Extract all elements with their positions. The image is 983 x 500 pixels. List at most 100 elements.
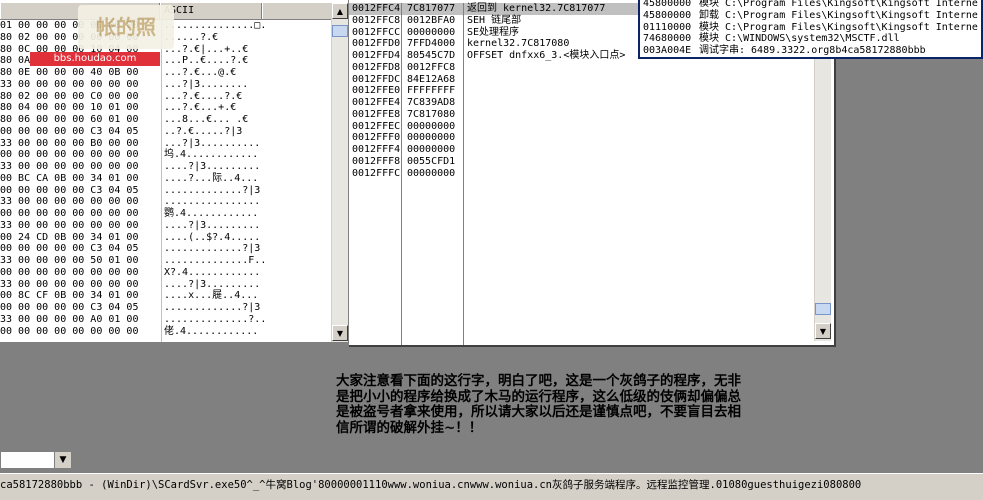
- dump-ascii-row[interactable]: ....?|3.........: [162, 161, 320, 173]
- dump-ascii-row[interactable]: 鹦.4............: [162, 208, 320, 220]
- dump-ascii-row[interactable]: ...?.€....?.€: [162, 91, 320, 103]
- stack-row-address[interactable]: 0012FFFC: [352, 168, 401, 180]
- dump-ascii-row[interactable]: ...P..€....?.€: [162, 55, 320, 67]
- log-row-message[interactable]: 调试字串: 6489.3322.org8b4ca58172880bbb: [699, 45, 981, 57]
- stack-row-value[interactable]: 0012FFC8: [407, 62, 463, 74]
- dump-ascii-row[interactable]: .............?|3: [162, 185, 320, 197]
- stack-row-address[interactable]: 0012FFF4: [352, 144, 401, 156]
- stack-row-address[interactable]: 0012FFCC: [352, 27, 401, 39]
- dump-hex-row[interactable]: 80 0E 00 00 00 40 0B 00: [0, 67, 159, 79]
- dump-hex-row[interactable]: 80 04 00 00 00 10 01 00: [0, 102, 159, 114]
- dump-ascii-row[interactable]: ................: [162, 196, 320, 208]
- stack-row-value[interactable]: 0055CFD1: [407, 156, 463, 168]
- log-row-message[interactable]: 模块 C:\Program Files\Kingsoft\Kingsoft In…: [699, 22, 981, 34]
- stack-row-value[interactable]: 00000000: [407, 121, 463, 133]
- stack-row-value[interactable]: 00000000: [407, 27, 463, 39]
- dump-hex-row[interactable]: 00 00 00 00 00 00 00 00: [0, 267, 159, 279]
- log-row-message[interactable]: 卸载 C:\Program Files\Kingsoft\Kingsoft In…: [699, 10, 981, 22]
- stack-row-address[interactable]: 0012FFD8: [352, 62, 401, 74]
- stack-row-address[interactable]: 0012FFE4: [352, 97, 401, 109]
- dump-ascii-row[interactable]: ....?...际..4...: [162, 173, 320, 185]
- dump-ascii-row[interactable]: ...?|3........: [162, 79, 320, 91]
- stack-row-value[interactable]: 7FFD4000: [407, 38, 463, 50]
- stack-row-address[interactable]: 0012FFE0: [352, 85, 401, 97]
- dump-ascii-row[interactable]: ..............?..: [162, 314, 320, 326]
- dump-hex-row[interactable]: 33 00 00 00 00 00 00 00: [0, 196, 159, 208]
- stack-row-value[interactable]: 7C839AD8: [407, 97, 463, 109]
- dump-hex-row[interactable]: 33 00 00 00 00 00 00 00: [0, 79, 159, 91]
- command-combo[interactable]: ▼: [0, 451, 72, 469]
- stack-row-value[interactable]: 80545C7D: [407, 50, 463, 62]
- dump-hex-row[interactable]: 00 8C CF 0B 00 34 01 00: [0, 290, 159, 302]
- log-row-address[interactable]: 003A004E: [643, 45, 695, 57]
- dump-hex-row[interactable]: 00 00 00 00 00 C3 04 05: [0, 302, 159, 314]
- dump-hex-row[interactable]: 00 00 00 00 00 00 00 00: [0, 149, 159, 161]
- dump-hex-row[interactable]: 80 06 00 00 00 60 01 00: [0, 114, 159, 126]
- dump-hex-row[interactable]: 80 02 00 00 00 C0 00 00: [0, 91, 159, 103]
- stack-row-address[interactable]: 0012FFD4: [352, 50, 401, 62]
- dump-ascii-row[interactable]: ..............F..: [162, 255, 320, 267]
- dump-hex-row[interactable]: 33 00 00 00 00 00 00 00: [0, 220, 159, 232]
- dump-ascii-row[interactable]: 佬.4............: [162, 326, 320, 338]
- chevron-down-icon[interactable]: ▼: [54, 452, 71, 468]
- dump-hex-row[interactable]: 00 00 00 00 00 00 00 00: [0, 326, 159, 338]
- dump-ascii-row[interactable]: .............?|3: [162, 243, 320, 255]
- stack-row-address[interactable]: 0012FFF8: [352, 156, 401, 168]
- stack-row-address[interactable]: 0012FFD0: [352, 38, 401, 50]
- dump-ascii-row[interactable]: ...?.€...+.€: [162, 102, 320, 114]
- dump-hex-row[interactable]: 33 00 00 00 00 00 00 00: [0, 161, 159, 173]
- scroll-up-icon[interactable]: ▲: [332, 3, 348, 19]
- log-row-message[interactable]: 模块 C:\Program Files\Kingsoft\Kingsoft In…: [699, 0, 981, 10]
- stack-row-address[interactable]: 0012FFC8: [352, 15, 401, 27]
- stack-row-value[interactable]: 0012BFA0: [407, 15, 463, 27]
- dump-ascii-row[interactable]: ....?|3.........: [162, 279, 320, 291]
- dump-header-ascii[interactable]: ASCII: [160, 3, 262, 19]
- dump-hex-row[interactable]: 00 00 00 00 00 C3 04 05: [0, 243, 159, 255]
- dump-ascii-row[interactable]: ......?.€: [162, 32, 320, 44]
- dump-ascii-row[interactable]: .............?|3: [162, 302, 320, 314]
- dump-ascii-row[interactable]: ...............□.: [162, 20, 320, 32]
- dump-hex-row[interactable]: 00 00 00 00 00 C3 04 05: [0, 126, 159, 138]
- dump-scrollbar[interactable]: ▲ ▼: [331, 3, 348, 342]
- dump-hex-row[interactable]: 33 00 00 00 00 A0 01 00: [0, 314, 159, 326]
- log-row-address[interactable]: 45800000: [643, 10, 695, 22]
- stack-row-address[interactable]: 0012FFEC: [352, 121, 401, 133]
- dump-ascii-row[interactable]: ...?.€...@.€: [162, 67, 320, 79]
- dump-ascii-row[interactable]: ...?.€|...+..€: [162, 44, 320, 56]
- stack-row-value[interactable]: 7C817077: [407, 3, 463, 15]
- dump-hex-row[interactable]: 33 00 00 00 00 00 00 00: [0, 279, 159, 291]
- log-window[interactable]: 45800000 45800000 01110000 74680000 003A004E…: [638, 0, 983, 59]
- log-row-address[interactable]: 74680000: [643, 33, 695, 45]
- stack-row-value[interactable]: FFFFFFFF: [407, 85, 463, 97]
- log-row-address[interactable]: 45800000: [643, 0, 695, 10]
- dump-hex-row[interactable]: 33 00 00 00 00 50 01 00: [0, 255, 159, 267]
- stack-row-address[interactable]: 0012FFE8: [352, 109, 401, 121]
- dump-hex-row[interactable]: 33 00 00 00 00 B0 00 00: [0, 138, 159, 150]
- stack-row-value[interactable]: 84E12A68: [407, 74, 463, 86]
- dump-hex-row[interactable]: 00 BC CA 0B 00 34 01 00: [0, 173, 159, 185]
- dump-hex-row[interactable]: 00 00 00 00 00 00 00 00: [0, 208, 159, 220]
- memory-dump-pane[interactable]: ASCII 01 00 00 00 00 00 00 00 80 02 00 00…: [0, 0, 349, 342]
- stack-scroll-thumb[interactable]: [815, 303, 831, 315]
- dump-ascii-row[interactable]: ....?|3.........: [162, 220, 320, 232]
- dump-hex-row[interactable]: 00 00 00 00 00 C3 04 05: [0, 185, 159, 197]
- dump-ascii-row[interactable]: X?.4............: [162, 267, 320, 279]
- scroll-down-icon[interactable]: ▼: [815, 323, 831, 339]
- stack-row-value[interactable]: 00000000: [407, 168, 463, 180]
- log-row-message[interactable]: 模块 C:\WINDOWS\system32\MSCTF.dll: [699, 33, 981, 45]
- stack-row-value[interactable]: 7C817080: [407, 109, 463, 121]
- stack-row-address[interactable]: 0012FFDC: [352, 74, 401, 86]
- stack-row-address[interactable]: 0012FFC4: [352, 3, 401, 15]
- dump-ascii-row[interactable]: ...8...€... .€: [162, 114, 320, 126]
- dump-ascii-row[interactable]: ..?.€.....?|3: [162, 126, 320, 138]
- log-row-address[interactable]: 01110000: [643, 22, 695, 34]
- scroll-down-icon[interactable]: ▼: [332, 325, 348, 341]
- dump-ascii-row[interactable]: ....(..$?.4.....: [162, 232, 320, 244]
- dump-hex-row[interactable]: 00 24 CD 0B 00 34 01 00: [0, 232, 159, 244]
- stack-row-address[interactable]: 0012FFF0: [352, 132, 401, 144]
- stack-row-value[interactable]: 00000000: [407, 132, 463, 144]
- dump-scroll-thumb[interactable]: [332, 25, 348, 37]
- dump-ascii-row[interactable]: ...?|3..........: [162, 138, 320, 150]
- dump-ascii-row[interactable]: 坞.4............: [162, 149, 320, 161]
- stack-row-value[interactable]: 00000000: [407, 144, 463, 156]
